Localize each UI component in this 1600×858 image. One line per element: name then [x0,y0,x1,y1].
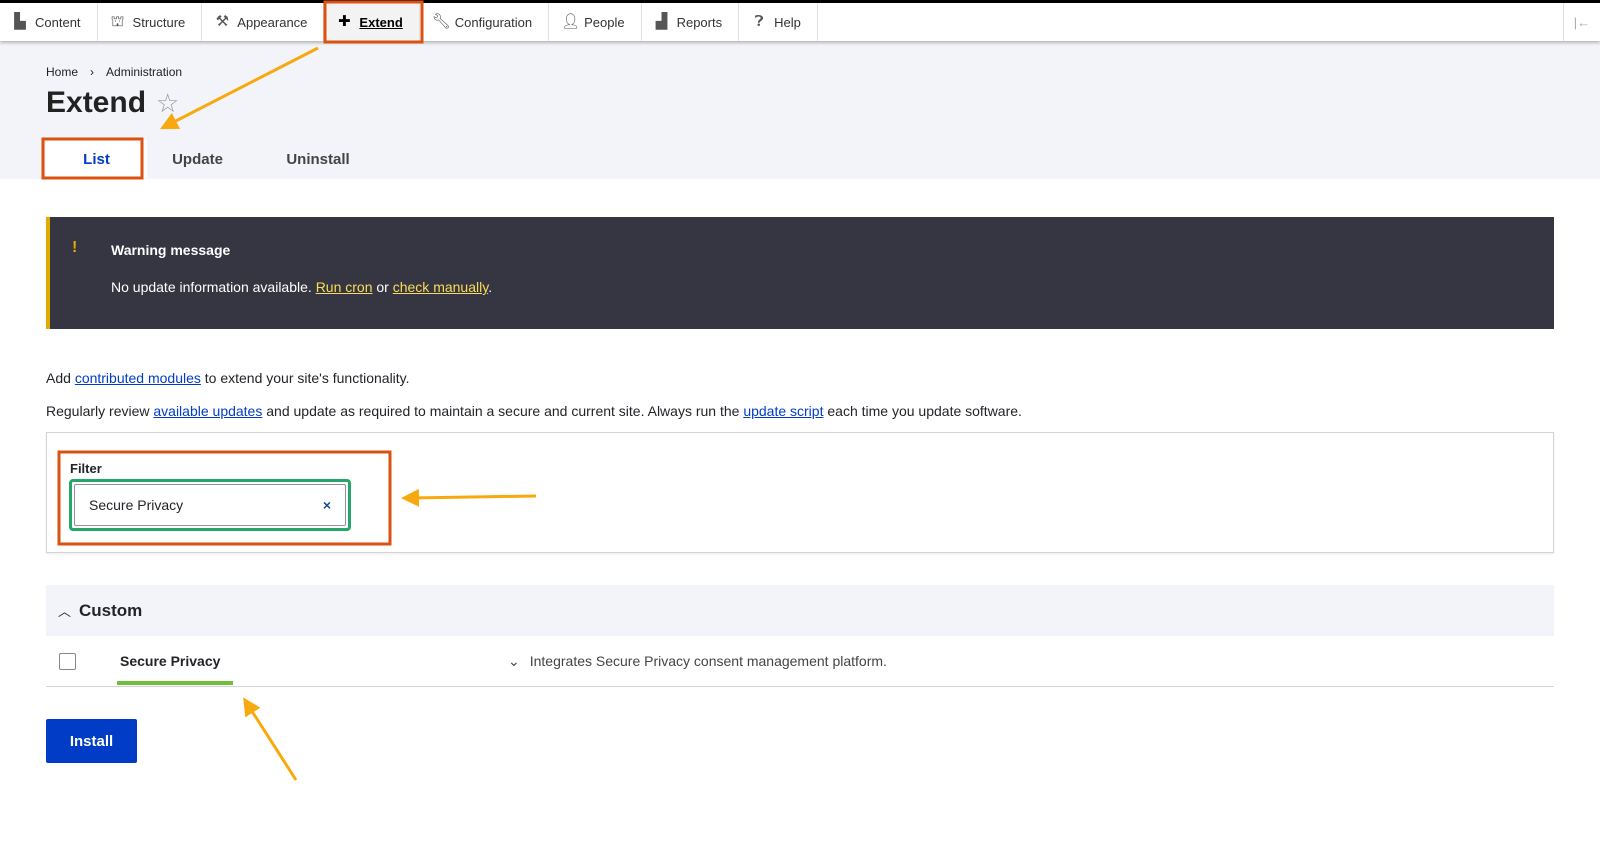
breadcrumb: Home › Administration [46,65,182,79]
module-description-text: Integrates Secure Privacy consent manage… [529,653,887,669]
group-custom-header[interactable]: ︿ Custom [46,585,1554,636]
toolbar-appearance[interactable]: ⚒ Appearance [202,3,325,41]
warning-text-or: or [376,279,389,295]
help-icon: ❓︎ [754,13,764,30]
text: to extend your site's functionality. [204,370,410,386]
contributed-modules-link[interactable]: contributed modules [75,370,201,386]
toolbar-label: Configuration [454,14,533,30]
module-row: Secure Privacy ⌄ Integrates Secure Priva… [46,636,1554,687]
breadcrumb-administration[interactable]: Administration [106,65,182,79]
clear-icon[interactable]: × [323,497,331,513]
page-title: Extend [46,86,147,119]
toolbar-extend[interactable]: ✚ Extend [324,3,420,41]
breadcrumb-separator-icon: › [90,65,95,79]
brush-icon: ⚒ [215,13,230,30]
toolbar-label: Appearance [237,14,308,30]
text: Regularly review [46,403,150,419]
toolbar-label: Structure [132,14,186,30]
run-cron-link[interactable]: Run cron [316,279,373,295]
chevron-down-icon: ⌄ [508,653,520,669]
toolbar-structure[interactable]: ⛫ Structure [98,3,203,41]
chevron-up-icon: ︿ [58,604,72,619]
toolbar-reports[interactable]: ▟ Reports [642,3,740,41]
tab-update[interactable]: Update [147,140,248,178]
warning-message: ! Warning message No update information … [46,217,1554,329]
install-button[interactable]: Install [46,719,137,763]
filter-input-value[interactable]: Secure Privacy [89,497,323,513]
module-checkbox[interactable] [59,653,76,670]
file-icon: ▙ [14,13,26,30]
toolbar-label: Reports [676,14,723,30]
warning-text-end: . [488,279,493,295]
highlight-underline [117,681,233,685]
intro-text-2: Regularly review available updates and u… [46,403,1022,419]
toolbar-label: Content [35,14,81,30]
toolbar-people[interactable]: 👤︎ People [549,3,642,41]
breadcrumb-home[interactable]: Home [46,65,78,79]
annotation-arrow-module [243,697,298,781]
person-icon: 👤︎ [561,13,581,30]
text: Add [46,370,71,386]
filter-label: Filter [70,461,102,476]
page-header: Home › Administration Extend ☆ List Upda… [0,41,1600,179]
toolbar-configuration[interactable]: 🔧︎ Configuration [420,3,550,41]
toolbar-label: Extend [359,14,403,30]
bar-chart-icon: ▟ [655,13,668,30]
puzzle-icon: ✚ [338,13,351,30]
module-description[interactable]: ⌄ Integrates Secure Privacy consent mana… [508,653,887,670]
tab-uninstall[interactable]: Uninstall [248,140,388,178]
star-icon[interactable]: ☆ [156,88,179,119]
toolbar-label: People [584,14,625,30]
toolbar-help[interactable]: ❓︎ Help [739,3,818,41]
filter-input-wrap: Secure Privacy × [69,479,351,531]
sitemap-icon: ⛫ [110,13,125,30]
warning-icon: ! [72,239,78,256]
collapse-toolbar-icon[interactable]: |← [1563,3,1600,41]
filter-container: Filter Secure Privacy × [46,432,1554,553]
warning-text-start: No update information available. [111,279,312,295]
check-manually-link[interactable]: check manually [393,279,488,295]
admin-toolbar: ▙ Content ⛫ Structure ⚒ Appearance ✚ Extend … [0,3,1600,41]
text: and update as required to maintain a sec… [266,403,740,419]
tabs: List Update Uninstall [46,140,388,178]
wrench-icon: 🔧︎ [431,13,451,30]
available-updates-link[interactable]: available updates [153,403,262,419]
intro-text-1: Add contributed modules to extend your s… [46,370,410,386]
page-title-wrap: Extend ☆ [46,86,179,120]
tab-list[interactable]: List [46,140,147,178]
update-script-link[interactable]: update script [743,403,823,419]
group-title: Custom [79,600,143,620]
warning-text: No update information available. Run cro… [111,279,492,295]
warning-heading: Warning message [111,242,231,258]
text: each time you update software. [827,403,1022,419]
filter-input[interactable]: Secure Privacy × [74,484,346,526]
toolbar-label: Help [774,14,801,30]
toolbar-content[interactable]: ▙ Content [0,3,98,41]
module-name[interactable]: Secure Privacy [120,653,220,669]
